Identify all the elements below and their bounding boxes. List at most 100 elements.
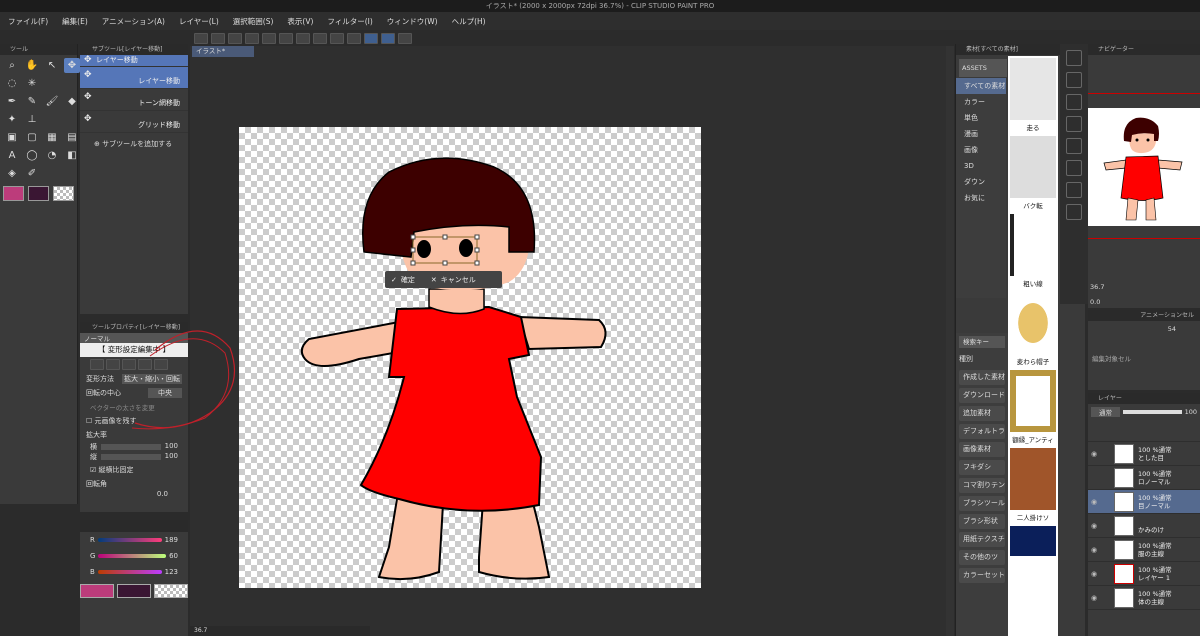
category-download[interactable]: ダウンロード [959,388,1005,403]
category-image[interactable]: 画像素材 [959,442,1005,457]
redo-icon[interactable] [262,32,276,44]
eye-icon[interactable]: ◉ [1088,450,1100,458]
category-brush-shape[interactable]: ブラシ形状 [959,514,1005,529]
subtool-item-tone-move[interactable]: ✥ トーン網移動 [80,89,188,111]
eye-icon[interactable]: ◉ [1088,570,1100,578]
menu-animation[interactable]: アニメーション(A) [102,16,165,27]
main-color-chip[interactable] [80,584,114,598]
width-field[interactable]: 横 100 [80,442,188,452]
opacity-value[interactable]: 100 [1185,408,1197,416]
airbrush-icon[interactable]: ✦ [4,112,20,127]
category-default[interactable]: デフォルトラ [959,424,1005,439]
opacity-slider[interactable] [1123,410,1182,414]
ruler-tool-icon[interactable]: ▤ [64,130,80,145]
subtool-group[interactable]: ✥ レイヤー移動 [80,55,188,67]
layer-row[interactable]: ◉ 100 %通常 とした目 [1088,442,1200,466]
fill-bucket-icon[interactable]: ◈ [4,166,20,181]
red-slider[interactable] [97,538,162,542]
new-file-icon[interactable] [194,32,208,44]
frame-icon[interactable]: ▦ [44,130,60,145]
transparent-swatch[interactable] [53,186,74,201]
navigator-angle[interactable]: 0.0 [1090,298,1100,306]
gradient-icon[interactable]: ▣ [4,130,20,145]
sub-color-swatch[interactable] [28,186,49,201]
tree-item-manga[interactable]: 漫画 [956,126,1006,142]
main-color-swatch[interactable] [3,186,24,201]
cancel-button[interactable]: キャンセル [441,275,476,285]
eye-icon[interactable]: ◉ [1088,594,1100,602]
balloon-icon[interactable]: ◯ [24,148,40,163]
fill-icon[interactable] [279,32,293,44]
navigator-zoom[interactable]: 36.7 [1090,283,1104,291]
blend-mode-select[interactable]: 通常 [1091,407,1120,417]
layer-row[interactable]: ◉ かみのけ [1088,514,1200,538]
material-thumb[interactable]: バク転 [1008,136,1058,212]
brush-icon[interactable]: 🖌 [44,94,60,109]
tree-item-color[interactable]: カラー [956,94,1006,110]
deselect-icon[interactable] [313,32,327,44]
zoom-icon[interactable]: ⌕ [4,58,20,73]
confirm-button[interactable]: 確定 [401,275,415,285]
eye-icon[interactable]: ◉ [1088,522,1100,530]
search-layer-icon[interactable] [1066,182,1082,198]
menu-selection[interactable]: 選択範囲(S) [233,16,274,27]
document-tab[interactable]: イラスト* [192,46,254,57]
transform-icon[interactable] [296,32,310,44]
tree-item-favorite[interactable]: お気に [956,190,1006,206]
eraser-icon[interactable]: ◆ [64,94,80,109]
grid-icon[interactable] [398,32,412,44]
layer-row[interactable]: 100 %通常 ロノーマル [1088,466,1200,490]
tree-item-mono[interactable]: 単色 [956,110,1006,126]
eraser2-icon[interactable]: ◧ [64,148,80,163]
menu-edit[interactable]: 編集(E) [62,16,88,27]
zoom-value[interactable]: 36.7 [194,627,207,634]
category-balloon[interactable]: フキダシ [959,460,1005,475]
category-colorset[interactable]: カラーセット [959,568,1005,583]
navigator-preview[interactable] [1088,108,1200,226]
menu-layer[interactable]: レイヤー(L) [179,16,219,27]
correct-line-icon[interactable]: ◔ [44,148,60,163]
layer-row[interactable]: ◉ 100 %通常 体の主線 [1088,586,1200,610]
history-icon[interactable] [1066,138,1082,154]
menu-filter[interactable]: フィルター(I) [327,16,372,27]
layer-row[interactable]: ◉ 100 %通常 レイヤー 1 [1088,562,1200,586]
clear-icon[interactable] [347,32,361,44]
subtool-item-layer-move[interactable]: ✥ レイヤー移動 [80,67,188,89]
tree-item-image[interactable]: 画像 [956,142,1006,158]
menu-view[interactable]: 表示(V) [287,16,313,27]
frame-number[interactable]: 54 [1088,325,1200,333]
subtool-item-grid-move[interactable]: ✥ グリッド移動 [80,111,188,133]
canvas-scrollbar[interactable] [946,46,954,636]
undo-icon[interactable] [245,32,259,44]
menu-file[interactable]: ファイル(F) [8,16,48,27]
tree-item-download[interactable]: ダウン [956,174,1006,190]
category-brush-tool[interactable]: ブラシツール [959,496,1005,511]
layer-row[interactable]: ◉ 100 %通常 服の主線 [1088,538,1200,562]
category-other[interactable]: その他のツ [959,550,1005,565]
hand-icon[interactable]: ✋ [24,58,40,73]
eye-icon[interactable]: ◉ [1088,498,1100,506]
sub-color-chip[interactable] [117,584,151,598]
ruler-icon[interactable] [364,32,378,44]
eye-icon[interactable]: ◉ [1088,546,1100,554]
canvas[interactable] [239,127,701,588]
snap-icon[interactable] [381,32,395,44]
keep-ratio-checkbox[interactable]: ☑ 縦横比固定 [80,462,188,478]
text-icon[interactable]: A [4,148,20,163]
material-thumb[interactable]: 二人掛けソ [1008,448,1058,524]
auto-action-icon[interactable] [1066,204,1082,220]
material-thumb[interactable]: 粗い線 [1008,214,1058,290]
search-input[interactable]: 検索キー [959,336,1005,348]
operation-icon[interactable]: ↖ [44,58,60,73]
assets-button[interactable]: ASSETS [959,59,1007,77]
height-field[interactable]: 縦 100 [80,452,188,462]
category-paper[interactable]: 用紙テクスチ [959,532,1005,547]
magic-wand-icon[interactable]: ✳ [24,76,40,91]
info-icon[interactable] [1066,116,1082,132]
lasso-icon[interactable]: ◌ [4,76,20,91]
navigator-icon[interactable] [1066,72,1082,88]
move-layer-icon[interactable]: ✥ [64,58,80,73]
green-slider[interactable] [98,554,167,558]
category-frame[interactable]: コマ割りテン [959,478,1005,493]
search-icon[interactable] [1066,50,1082,66]
